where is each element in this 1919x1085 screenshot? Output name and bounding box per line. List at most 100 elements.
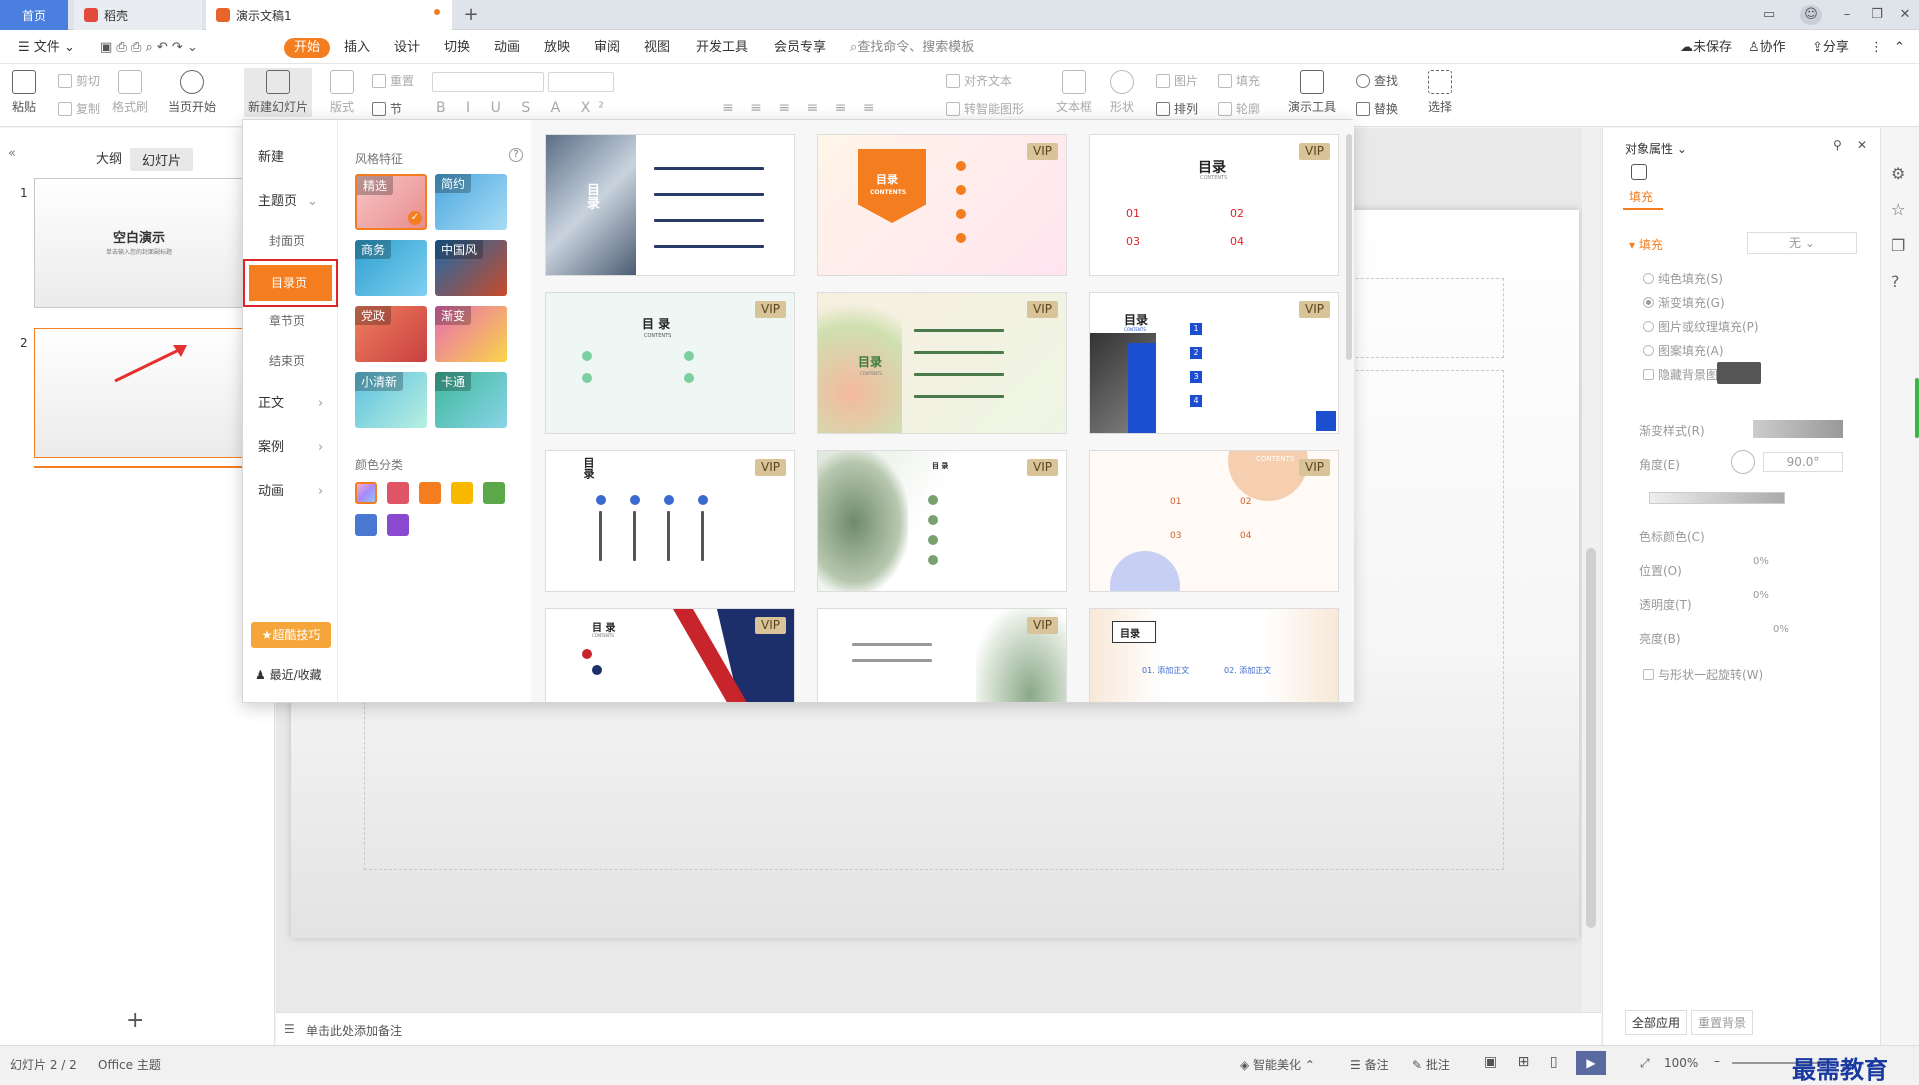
avatar[interactable]: ☺ [1800,5,1822,25]
style-business[interactable]: 商务 [355,240,427,296]
menu-view[interactable]: 视图 [640,38,674,58]
angle-input[interactable]: 90.0° [1763,452,1843,472]
menu-developer[interactable]: 开发工具 [692,38,752,58]
fill-type-select[interactable]: 无 ⌄ [1747,232,1857,254]
more-icon[interactable]: ⋮ [1866,38,1887,58]
style-cartoon[interactable]: 卡通 [435,372,507,428]
color-swatch-blue[interactable] [355,514,377,536]
category-new[interactable]: 新建 [258,146,284,165]
hide-background-checkbox[interactable]: 隐藏背景图 [1643,366,1718,383]
slide-thumbnail-2[interactable] [34,328,244,458]
apply-all-button[interactable]: 全部应用 [1625,1010,1688,1035]
template-card-12[interactable]: 目录 01. 添加正文 02. 添加正文 [1089,608,1339,702]
collapse-ribbon-icon[interactable]: ⌃ [1890,38,1909,58]
style-party[interactable]: 党政 [355,306,427,362]
find-button[interactable]: 查找 [1356,72,1398,89]
picture-button[interactable]: 图片 [1156,72,1198,89]
fill-section-header[interactable]: ▾ 填充 [1629,236,1663,253]
layout-button[interactable]: 版式 [330,70,354,115]
color-swatch-green[interactable] [483,482,505,504]
template-card-2[interactable]: 目录 CONTENTS VIP [817,134,1067,276]
template-card-11[interactable]: VIP [817,608,1067,702]
tab-slides[interactable]: 幻灯片 [130,148,194,171]
style-gradient[interactable]: 渐变 [435,306,507,362]
template-card-10[interactable]: 目 录 CONTENTS VIP [545,608,795,702]
reset-background-button[interactable]: 重置背景 [1691,1010,1754,1035]
tab-document[interactable]: 演示文稿1 [206,0,452,30]
panel-title[interactable]: 对象属性 ⌄ [1625,140,1687,157]
collab-button[interactable]: ♙协作 [1744,38,1790,58]
restore-icon[interactable]: ❐ [1866,5,1888,25]
brightness-value[interactable]: 0% [1773,624,1789,635]
color-swatch-red[interactable] [387,482,409,504]
quick-access-toolbar[interactable]: ▣ ⎙ ⎙ ⌕ ↶ ↷ ⌄ [96,38,202,58]
template-card-3[interactable]: 目录 CONTENTS 01 02 03 04 VIP [1089,134,1339,276]
solid-fill-radio[interactable]: 纯色填充(S) [1643,270,1723,287]
view-mode-buttons[interactable]: ▣ ⊞ ▯ [1484,1054,1566,1070]
cut-button[interactable]: 剪切 [58,72,100,89]
copy-icon[interactable]: ❐ [1891,236,1905,255]
slide-thumbnail-1[interactable]: 空白演示 单击输入您的封面副标题 [34,178,244,308]
select-button[interactable]: 选择 [1428,70,1452,115]
font-style-buttons[interactable]: B I U S A X² [436,100,612,116]
start-from-current-button[interactable]: 当页开始 [168,70,216,115]
smart-shape-button[interactable]: 转智能图形 [946,100,1024,117]
help-icon[interactable]: ? [509,148,523,162]
template-card-8[interactable]: 目 录 VIP [817,450,1067,592]
gradient-slider[interactable] [1649,492,1785,504]
style-fresh[interactable]: 小清新 [355,372,427,428]
fill-tab[interactable]: 填充 [1629,188,1653,205]
grid-scrollbar[interactable] [1346,134,1352,360]
rotate-with-shape-checkbox[interactable]: 与形状一起旋转(W) [1643,666,1763,683]
template-card-1[interactable]: 目录 [545,134,795,276]
subcategory-chapter[interactable]: 章节页 [269,312,305,329]
collapse-panel-icon[interactable]: « [8,146,16,161]
zoom-out-icon[interactable]: – [1714,1054,1720,1068]
category-body[interactable]: 正文 › [258,392,323,411]
pattern-fill-radio[interactable]: 图案填充(A) [1643,342,1724,359]
presenter-tools-button[interactable]: 演示工具 [1288,70,1336,115]
gradient-style-presets[interactable] [1753,420,1843,438]
template-card-6[interactable]: 目录 CONTENTS 1 2 3 4 VIP [1089,292,1339,434]
align-text-button[interactable]: 对齐文本 [946,72,1012,89]
menu-member[interactable]: 会员专享 [770,38,830,58]
fill-bucket-icon[interactable] [1631,164,1647,180]
fill-button[interactable]: 填充 [1218,72,1260,89]
category-case[interactable]: 案例 › [258,436,323,455]
theme-name[interactable]: Office 主题 [98,1056,161,1073]
star-icon[interactable]: ☆ [1891,200,1905,219]
font-size-select[interactable] [548,72,614,92]
picture-fill-radio[interactable]: 图片或纹理填充(P) [1643,318,1759,335]
textbox-button[interactable]: 文本框 [1056,70,1092,115]
outline-button[interactable]: 轮廓 [1218,100,1260,117]
window-layout-icon[interactable]: ▭ [1758,5,1780,25]
tab-home[interactable]: 首页 [0,0,68,30]
recent-favorites[interactable]: ♟ 最近/收藏 [255,666,322,683]
reset-button[interactable]: 重置 [372,72,414,89]
new-slide-button[interactable]: 新建幻灯片 [244,68,313,117]
scrollbar-thumb[interactable] [1586,548,1596,928]
tips-button[interactable]: ★超酷技巧 [251,622,331,648]
style-featured[interactable]: 精选 ✓ [355,174,427,230]
tab-outline[interactable]: 大纲 [96,148,122,167]
template-card-9[interactable]: CONTENTS 01 02 03 04 VIP [1089,450,1339,592]
color-swatch-purple[interactable] [387,514,409,536]
notes-bar[interactable]: ☰ 单击此处添加备注 [276,1012,1601,1045]
close-panel-icon[interactable]: ✕ [1857,138,1867,152]
close-window-icon[interactable]: ✕ [1894,5,1916,25]
replace-button[interactable]: 替换 [1356,100,1398,117]
copy-button[interactable]: 复制 [58,100,100,117]
section-button[interactable]: 节 [372,100,402,117]
style-simple[interactable]: 简约 [435,174,507,230]
tab-docer[interactable]: 稻壳 [74,0,202,30]
style-chinese[interactable]: 中国风 [435,240,507,296]
template-card-5[interactable]: 目录 CONTENTS VIP [817,292,1067,434]
template-card-4[interactable]: 目 录 CONTENTS VIP [545,292,795,434]
paste-button[interactable]: 粘贴 [12,70,36,115]
smart-beautify-button[interactable]: ◈ 智能美化 ⌃ [1240,1056,1315,1073]
new-tab-plus-icon[interactable]: + [460,5,482,25]
unsaved-status[interactable]: ☁未保存 [1676,38,1736,58]
shape-button[interactable]: 形状 [1110,70,1134,115]
font-name-select[interactable] [432,72,544,92]
slideshow-play-icon[interactable]: ▶ [1576,1051,1606,1075]
